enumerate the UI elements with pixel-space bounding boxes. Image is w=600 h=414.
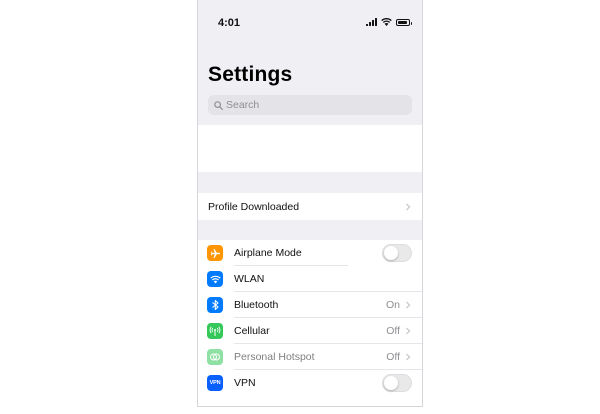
status-bar: 4:01 <box>198 0 422 40</box>
settings-row-cellular[interactable]: Cellular Off <box>198 318 422 344</box>
search-bar[interactable] <box>208 95 412 115</box>
settings-row-airplane[interactable]: Airplane Mode <box>198 240 422 266</box>
toggle-knob <box>384 246 398 260</box>
vpn-icon: VPN <box>207 375 223 391</box>
status-icons <box>366 18 412 26</box>
vpn-toggle[interactable] <box>382 374 412 392</box>
hotspot-icon <box>207 349 223 365</box>
bluetooth-value: On <box>385 299 400 311</box>
settings-row-label: Bluetooth <box>234 299 279 311</box>
chevron-right-icon <box>406 327 411 335</box>
toggle-knob <box>384 376 398 390</box>
wifi-status-icon <box>381 18 392 26</box>
settings-row-label: VPN <box>234 377 256 389</box>
battery-icon <box>396 18 412 26</box>
profile-downloaded-label: Profile Downloaded <box>208 200 300 213</box>
chevron-right-icon <box>406 301 411 309</box>
settings-row-bluetooth[interactable]: Bluetooth On <box>198 292 422 318</box>
settings-row-label: Personal Hotspot <box>234 351 315 363</box>
bluetooth-icon <box>207 297 223 313</box>
page-title: Settings <box>208 63 293 86</box>
wifi-icon <box>207 271 223 287</box>
airplane-toggle[interactable] <box>382 244 412 262</box>
settings-row-hotspot[interactable]: Personal Hotspot Off <box>198 344 422 370</box>
hotspot-value: Off <box>386 351 400 363</box>
empty-section <box>198 125 422 172</box>
settings-list: Airplane Mode WLAN Bluetooth On Cellular Off P… <box>198 240 422 406</box>
settings-row-label: Airplane Mode <box>234 247 302 259</box>
profile-section: Profile Downloaded <box>198 193 422 220</box>
vpn-icon-text: VPN <box>209 380 221 386</box>
settings-row-vpn[interactable]: VPN VPN <box>198 370 422 396</box>
chevron-right-icon <box>406 203 411 210</box>
search-input[interactable] <box>223 99 396 111</box>
battery-level <box>398 20 407 24</box>
status-time: 4:01 <box>218 17 241 29</box>
chevron-right-icon <box>406 353 411 361</box>
cellular-signal-icon <box>366 18 377 26</box>
settings-row-label: Cellular <box>234 325 270 337</box>
cellular-value: Off <box>386 325 400 337</box>
airplane-icon <box>207 245 223 261</box>
settings-row-label: WLAN <box>234 273 265 285</box>
phone-screen: 4:01 Settings Profile Downloaded <box>197 0 423 407</box>
profile-downloaded-row[interactable]: Profile Downloaded <box>198 193 422 220</box>
search-icon <box>214 100 223 110</box>
cellular-icon <box>207 323 223 339</box>
settings-row-wlan[interactable]: WLAN <box>198 266 422 292</box>
